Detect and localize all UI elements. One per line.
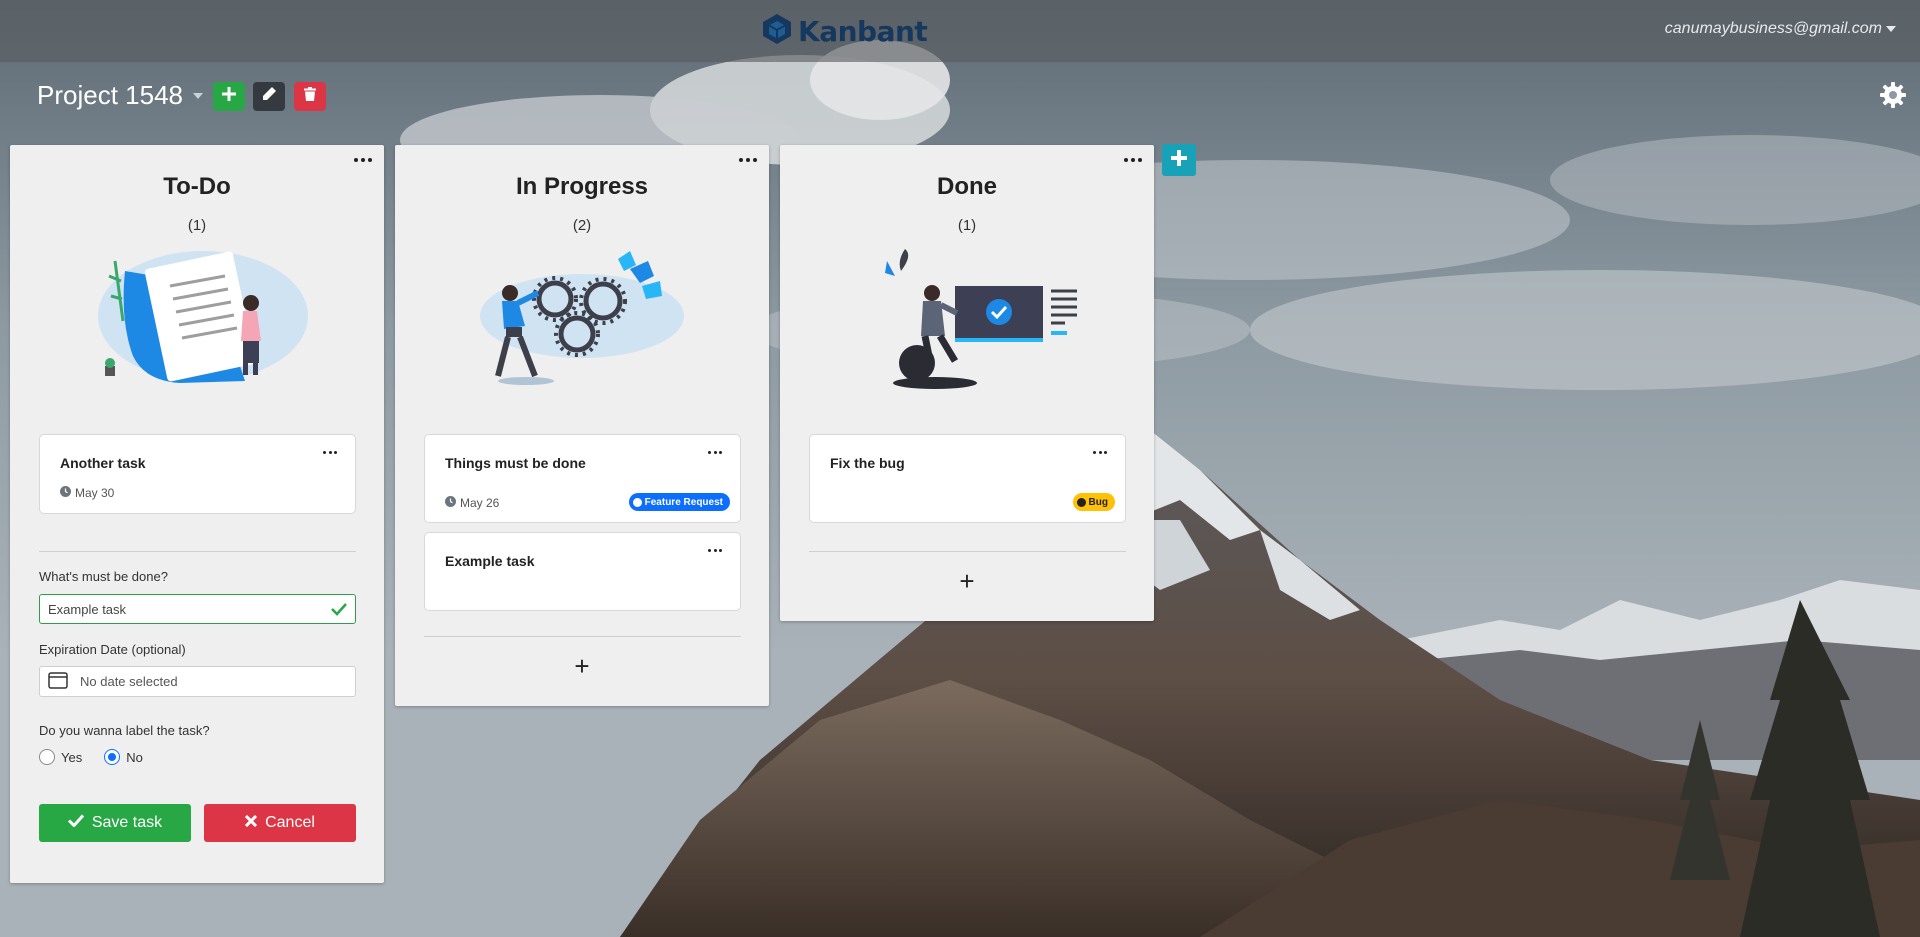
task-name-input[interactable]: Example task (39, 594, 356, 624)
cube-logo-icon (762, 13, 792, 50)
completed-task-illustration (855, 241, 1079, 396)
expiration-date-label: Expiration Date (optional) (39, 642, 186, 657)
radio-yes-label: Yes (61, 749, 83, 765)
add-card-button[interactable]: + (395, 651, 769, 682)
gear-icon[interactable] (1880, 82, 1906, 113)
card-date-text: May 30 (75, 486, 115, 500)
cancel-button[interactable]: Cancel (204, 804, 356, 842)
add-project-button[interactable] (213, 82, 245, 111)
card-due-date: May 26 (445, 496, 499, 510)
user-menu[interactable]: canumaybusiness@gmail.com (1665, 20, 1896, 38)
circle-icon (632, 497, 642, 507)
task-name-value: Example task (48, 601, 127, 617)
card-title: Another task (60, 455, 146, 471)
chevron-down-icon (1886, 26, 1896, 32)
card-options-icon[interactable] (708, 449, 722, 455)
bug-badge: Bug (1072, 493, 1115, 511)
brand[interactable]: Kanbant (762, 12, 928, 50)
task-card[interactable]: Another task May 30 (39, 434, 356, 514)
plus-icon (1171, 149, 1187, 171)
card-title: Fix the bug (830, 455, 905, 471)
label-question: Do you wanna label the task? (39, 723, 210, 738)
divider (424, 636, 741, 637)
card-options-icon[interactable] (1093, 449, 1107, 455)
label-radio-group: Yes No (39, 749, 143, 765)
card-title: Example task (445, 553, 535, 569)
divider (809, 551, 1126, 552)
add-card-button[interactable]: + (780, 566, 1154, 597)
list-count: (1) (187, 217, 207, 234)
card-date-text: May 26 (460, 496, 500, 510)
feature-request-badge: Feature Request (628, 493, 730, 511)
check-icon (67, 814, 84, 832)
card-title: Things must be done (445, 455, 586, 471)
badge-label: Bug (1088, 496, 1108, 508)
radio-no-label: No (126, 749, 143, 765)
save-task-button[interactable]: Save task (39, 804, 191, 842)
cancel-label: Cancel (265, 814, 315, 831)
task-name-label: What's must be done? (39, 569, 168, 584)
list-done: Done (1) Fix the bug Bug + (780, 145, 1154, 621)
list-in-progress: In Progress (2) Things must be done May … (395, 145, 769, 706)
list-title: To-Do (163, 173, 231, 200)
edit-project-button[interactable] (253, 82, 285, 111)
list-title: In Progress (515, 173, 649, 200)
clock-icon (60, 486, 71, 500)
card-due-date: May 30 (60, 486, 114, 500)
list-todo: To-Do (1) Another task May 30 What's mus… (10, 145, 384, 883)
list-count: (2) (572, 217, 592, 234)
card-options-icon[interactable] (323, 449, 337, 455)
pencil-icon (262, 87, 276, 106)
brand-name: Kanbant (798, 14, 928, 48)
add-list-button[interactable] (1162, 144, 1196, 176)
document-reading-illustration (85, 241, 309, 396)
close-icon (245, 814, 258, 832)
list-title: Done (937, 173, 997, 200)
badge-label: Feature Request (644, 496, 723, 508)
expiration-date-input[interactable]: No date selected (39, 666, 356, 697)
list-count: (1) (957, 217, 977, 234)
calendar-icon (48, 671, 68, 692)
top-navbar: Kanbant canumaybusiness@gmail.com (0, 0, 1920, 62)
card-options-icon[interactable] (708, 547, 722, 553)
list-options-icon[interactable] (739, 153, 757, 167)
project-selector[interactable]: Project 1548 (37, 80, 203, 111)
divider (39, 551, 356, 552)
user-email: canumaybusiness@gmail.com (1664, 20, 1882, 37)
check-icon (331, 602, 347, 619)
radio-yes[interactable] (39, 749, 55, 765)
list-options-icon[interactable] (354, 153, 372, 167)
circle-icon (1076, 497, 1086, 507)
task-card[interactable]: Fix the bug Bug (809, 434, 1126, 523)
task-card[interactable]: Things must be done May 26 Feature Reque… (424, 434, 741, 523)
list-options-icon[interactable] (1124, 153, 1142, 167)
chevron-down-icon (192, 92, 203, 99)
project-title: Project 1548 (37, 80, 183, 110)
task-card[interactable]: Example task (424, 532, 741, 611)
trash-icon (304, 87, 316, 106)
delete-project-button[interactable] (294, 82, 326, 111)
save-task-label: Save task (91, 814, 163, 831)
expiration-date-placeholder: No date selected (80, 674, 178, 689)
radio-no[interactable] (104, 749, 121, 765)
clock-icon (445, 496, 456, 510)
plus-icon (222, 87, 236, 106)
gears-illustration (470, 241, 694, 396)
